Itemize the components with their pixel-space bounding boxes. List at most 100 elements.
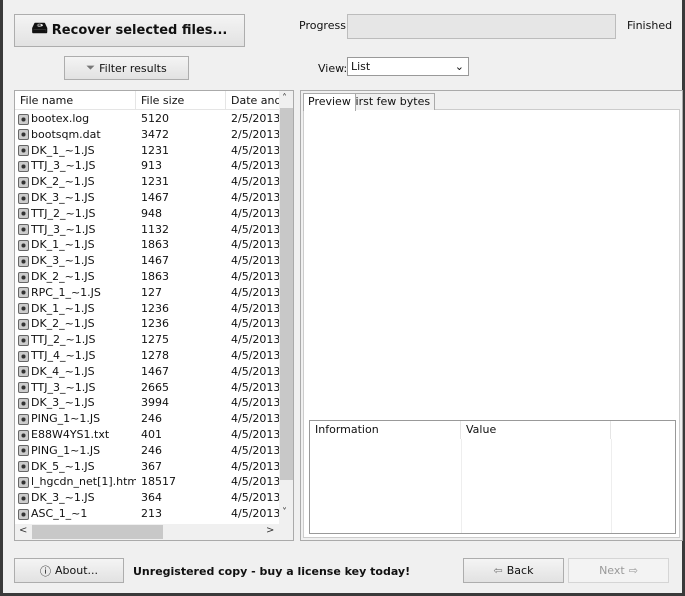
file-row[interactable]: DK_3_~1.JS 364 4/5/2013 8 xyxy=(15,490,279,506)
file-row[interactable]: DK_1_~1.JS 1231 4/5/2013 8 xyxy=(15,143,279,159)
file-row[interactable]: bootex.log 5120 2/5/2013 3 xyxy=(15,111,279,127)
file-size-cell: 5120 xyxy=(141,112,169,125)
file-name-cell: DK_1_~1.JS xyxy=(15,237,136,253)
column-date[interactable]: Date and ti xyxy=(226,91,279,109)
file-row[interactable]: l_hgcdn_net[1].htm 18517 4/5/2013 8 xyxy=(15,474,279,490)
scroll-right-icon[interactable]: > xyxy=(266,525,274,536)
recover-icon: 🖴 xyxy=(31,18,48,37)
file-name-cell: PING_1~1.JS xyxy=(15,443,136,459)
file-icon xyxy=(18,160,29,172)
file-row[interactable]: ASC_1_~1 213 4/5/2013 8 xyxy=(15,506,279,522)
file-row[interactable]: DK_3_~1.JS 1467 4/5/2013 8 xyxy=(15,253,279,269)
file-icon xyxy=(18,366,29,378)
column-file-size[interactable]: File size xyxy=(136,91,226,109)
date-cell: 2/5/2013 3 xyxy=(231,127,279,141)
file-row[interactable]: DK_3_~1.JS 3994 4/5/2013 8 xyxy=(15,395,279,411)
file-icon xyxy=(18,287,29,299)
file-row[interactable]: TTJ_3_~1.JS 913 4/5/2013 8 xyxy=(15,158,279,174)
about-button[interactable]: ⓘ About... xyxy=(14,558,124,583)
filter-icon: ⏷ xyxy=(86,61,96,74)
horizontal-scroll-thumb[interactable] xyxy=(32,525,163,539)
filter-results-button[interactable]: ⏷ Filter results xyxy=(64,56,189,80)
file-name-cell: ASC_1_~1 xyxy=(15,506,136,522)
file-row[interactable]: TTJ_4_~1.JS 1278 4/5/2013 8 xyxy=(15,348,279,364)
vertical-scroll-thumb[interactable] xyxy=(280,108,293,480)
file-icon xyxy=(18,224,29,236)
file-name-cell: DK_1_~1.JS xyxy=(15,301,136,317)
file-icon xyxy=(18,429,29,441)
file-name-cell: TTJ_4_~1.JS xyxy=(15,348,136,364)
file-list[interactable]: File name File size Date and ti bootex.l… xyxy=(14,90,294,541)
column-file-name[interactable]: File name xyxy=(15,91,136,109)
file-row[interactable]: TTJ_3_~1.JS 2665 4/5/2013 8 xyxy=(15,380,279,396)
tab-first-few-bytes[interactable]: First few bytes xyxy=(345,93,436,110)
file-icon xyxy=(18,461,29,473)
file-row[interactable]: PING_1~1.JS 246 4/5/2013 8 xyxy=(15,411,279,427)
date-cell: 4/5/2013 8 xyxy=(231,364,279,378)
back-arrow-icon: ⇦ xyxy=(493,564,503,577)
file-name-cell: DK_5_~1.JS xyxy=(15,459,136,475)
file-row[interactable]: RPC_1_~1.JS 127 4/5/2013 8 xyxy=(15,285,279,301)
file-icon xyxy=(18,476,29,488)
vertical-scrollbar[interactable]: ˄ ˅ xyxy=(279,91,293,524)
file-size-cell: 246 xyxy=(141,443,162,457)
next-button[interactable]: Next ⇨ xyxy=(568,558,669,583)
file-icon xyxy=(18,208,29,220)
recover-selected-files-button[interactable]: 🖴 Recover selected files... xyxy=(14,14,245,47)
date-cell: 4/5/2013 8 xyxy=(231,428,279,441)
file-row[interactable]: DK_2_~1.JS 1236 4/5/2013 8 xyxy=(15,316,279,332)
view-label: View: xyxy=(318,62,348,75)
date-cell: 4/5/2013 8 xyxy=(231,396,279,410)
date-cell: 4/5/2013 8 xyxy=(231,443,279,457)
file-row[interactable]: DK_5_~1.JS 367 4/5/2013 8 xyxy=(15,459,279,475)
file-size-cell: 364 xyxy=(141,491,162,505)
view-select[interactable]: List ⌄ xyxy=(347,57,469,76)
preview-area: Information Value xyxy=(303,109,680,538)
file-row[interactable]: PING_1~1.JS 246 4/5/2013 8 xyxy=(15,443,279,459)
file-row[interactable]: TTJ_2_~1.JS 1275 4/5/2013 8 xyxy=(15,332,279,348)
date-cell: 4/5/2013 8 xyxy=(231,159,279,173)
date-cell: 2/5/2013 3 xyxy=(231,112,279,125)
date-cell: 4/5/2013 8 xyxy=(231,459,279,473)
file-row[interactable]: bootsqm.dat 3472 2/5/2013 3 xyxy=(15,127,279,143)
file-row[interactable]: DK_4_~1.JS 1467 4/5/2013 8 xyxy=(15,364,279,380)
date-cell: 4/5/2013 8 xyxy=(231,175,279,189)
horizontal-scrollbar[interactable]: < > xyxy=(15,524,293,540)
file-name-cell: DK_3_~1.JS xyxy=(15,395,136,411)
file-row[interactable]: DK_1_~1.JS 1863 4/5/2013 8 xyxy=(15,237,279,253)
file-size-cell: 1236 xyxy=(141,317,169,331)
date-cell: 4/5/2013 8 xyxy=(231,475,279,489)
file-size-cell: 1467 xyxy=(141,364,169,378)
file-size-cell: 2665 xyxy=(141,380,169,394)
file-icon xyxy=(18,239,29,251)
back-button[interactable]: ⇦ Back xyxy=(463,558,564,583)
file-row[interactable]: DK_2_~1.JS 1231 4/5/2013 8 xyxy=(15,174,279,190)
tab-preview[interactable]: Preview xyxy=(303,93,356,111)
file-icon xyxy=(18,192,29,204)
scroll-up-icon[interactable]: ˄ xyxy=(282,93,287,104)
file-row[interactable]: TTJ_2_~1.JS 948 4/5/2013 8 xyxy=(15,206,279,222)
file-icon xyxy=(18,271,29,283)
date-cell: 4/5/2013 8 xyxy=(231,301,279,315)
help-icon: ⓘ xyxy=(39,564,51,578)
file-row[interactable]: DK_1_~1.JS 1236 4/5/2013 8 xyxy=(15,301,279,317)
file-size-cell: 1275 xyxy=(141,333,169,347)
file-icon xyxy=(18,318,29,330)
file-row[interactable]: DK_2_~1.JS 1863 4/5/2013 8 xyxy=(15,269,279,285)
date-cell: 4/5/2013 8 xyxy=(231,285,279,299)
date-cell: 4/5/2013 8 xyxy=(231,270,279,283)
file-row[interactable]: DK_3_~1.JS 1467 4/5/2013 8 xyxy=(15,190,279,206)
file-size-cell: 948 xyxy=(141,206,162,220)
file-row[interactable]: TTJ_3_~1.JS 1132 4/5/2013 8 xyxy=(15,222,279,238)
scroll-left-icon[interactable]: < xyxy=(19,525,27,536)
file-row[interactable]: E88W4YS1.txt 401 4/5/2013 8 xyxy=(15,427,279,443)
file-size-cell: 367 xyxy=(141,459,162,473)
file-icon xyxy=(18,255,29,267)
date-cell: 4/5/2013 8 xyxy=(231,349,279,362)
file-icon xyxy=(18,492,29,504)
file-size-cell: 1467 xyxy=(141,254,169,268)
scroll-down-icon[interactable]: ˅ xyxy=(282,507,287,518)
file-name-cell: bootsqm.dat xyxy=(15,127,136,143)
file-size-cell: 3994 xyxy=(141,396,169,410)
file-icon xyxy=(18,397,29,409)
